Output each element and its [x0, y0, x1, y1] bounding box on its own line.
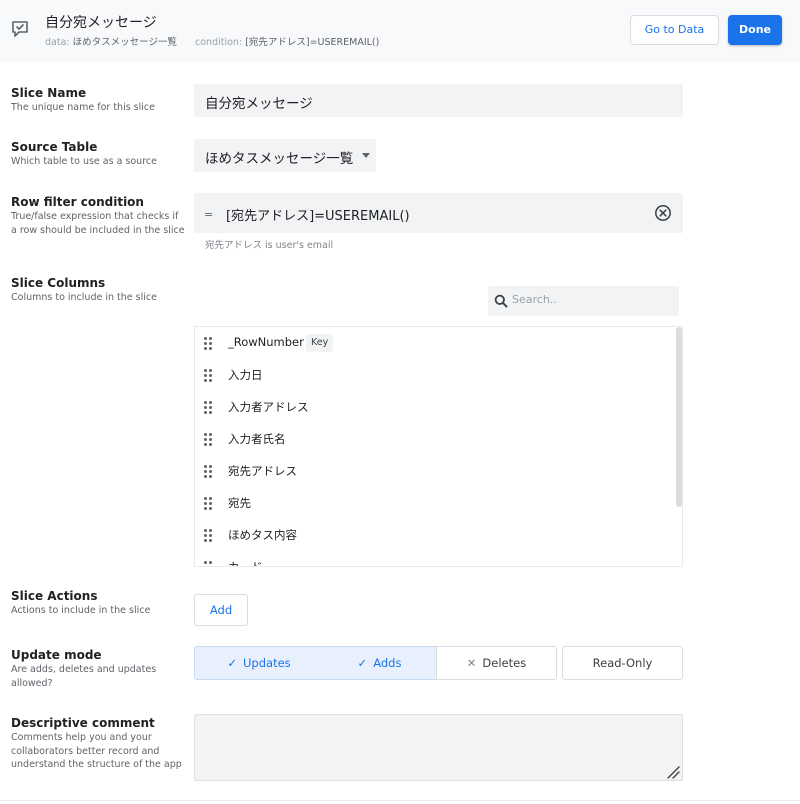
slice-name-description: The unique name for this slice — [11, 102, 155, 113]
list-item[interactable]: 入力者アドレス — [195, 391, 675, 423]
helper-text: is user's email — [262, 240, 334, 251]
drag-handle-icon[interactable] — [204, 497, 214, 511]
slice-name-value: 自分宛メッセージ — [205, 96, 313, 112]
page-title: 自分宛メッセージ — [45, 15, 157, 31]
column-label: _RowNumber — [228, 335, 304, 349]
update-mode-description: Are adds, deletes and updates allowed? — [11, 664, 157, 689]
update-mode-updates-label: Updates — [243, 656, 291, 670]
source-table-description: Which table to use as a source — [11, 156, 157, 167]
drag-handle-icon[interactable] — [204, 433, 214, 447]
update-mode-title: Update mode — [11, 648, 102, 662]
data-value: ほめタスメッセージ一覧 — [72, 37, 177, 48]
slice-columns-description: Columns to include in the slice — [11, 292, 157, 303]
row-filter-title: Row filter condition — [11, 195, 144, 209]
page-header: 自分宛メッセージ data: ほめタスメッセージ一覧 condition: [宛… — [0, 0, 800, 62]
check-icon: ✓ — [357, 656, 368, 670]
slice-name-title: Slice Name — [11, 86, 87, 100]
drag-handle-icon[interactable] — [204, 337, 214, 351]
row-filter-helper: 宛先アドレス is user's email — [205, 237, 333, 251]
key-badge: Key — [306, 334, 334, 352]
list-item[interactable]: 入力日 — [195, 359, 675, 391]
condition-value: [宛先アドレス]=USEREMAIL() — [245, 37, 380, 48]
column-label: 入力者氏名 — [228, 432, 286, 446]
resize-handle-icon[interactable] — [666, 765, 680, 779]
drag-handle-icon[interactable] — [204, 401, 214, 415]
drag-handle-icon[interactable] — [204, 465, 214, 479]
condition-label: condition: — [195, 37, 243, 48]
column-label: 宛先 — [228, 496, 251, 510]
columns-list[interactable]: _RowNumber Key 入力日 入力者アドレス 入力者氏名 宛先アドレス … — [194, 326, 683, 567]
chevron-down-icon — [362, 153, 370, 158]
clear-icon[interactable] — [654, 204, 672, 222]
update-mode-read-only-label: Read-Only — [592, 656, 653, 670]
column-label: 入力者アドレス — [228, 400, 309, 414]
slice-actions-title: Slice Actions — [11, 589, 98, 603]
source-table-title: Source Table — [11, 140, 98, 154]
go-to-data-button[interactable]: Go to Data — [630, 15, 719, 45]
slice-icon — [12, 21, 28, 37]
list-item[interactable]: 宛先アドレス — [195, 455, 675, 487]
helper-field: 宛先アドレス — [205, 240, 263, 251]
update-mode-deletes[interactable]: ✕ Deletes — [436, 646, 557, 680]
source-table-value: ほめタスメッセージ一覧 — [205, 151, 354, 167]
column-label: 入力日 — [228, 368, 263, 382]
update-mode-adds-label: Adds — [373, 656, 402, 670]
list-item[interactable]: ほめタス内容 — [195, 519, 675, 551]
add-action-button[interactable]: Add — [194, 594, 248, 626]
list-item[interactable]: 入力者氏名 — [195, 423, 675, 455]
update-mode-adds[interactable]: ✓ Adds — [323, 646, 437, 680]
header-subtitle: data: ほめタスメッセージ一覧 condition: [宛先アドレス]=US… — [45, 34, 379, 48]
x-icon: ✕ — [466, 656, 477, 670]
drag-handle-icon[interactable] — [204, 529, 214, 543]
search-placeholder: Search.. — [512, 293, 557, 306]
column-label: 宛先アドレス — [228, 464, 297, 478]
list-item[interactable]: _RowNumber Key — [195, 327, 675, 359]
done-button[interactable]: Done — [728, 15, 782, 45]
list-item[interactable]: 宛先 — [195, 487, 675, 519]
column-label: ほめタス内容 — [228, 528, 297, 542]
update-mode-deletes-label: Deletes — [482, 656, 527, 670]
descriptive-comment-description: Comments help you and your collaborators… — [11, 732, 182, 770]
drag-handle-icon[interactable] — [204, 561, 214, 566]
row-filter-description: True/false expression that checks if a r… — [11, 211, 185, 236]
list-item[interactable]: カード — [195, 551, 675, 567]
update-mode-read-only[interactable]: Read-Only — [562, 646, 683, 680]
columns-scrollbar[interactable] — [676, 327, 682, 507]
equals-icon: = — [204, 208, 214, 221]
check-icon: ✓ — [227, 656, 237, 670]
drag-handle-icon[interactable] — [204, 369, 214, 383]
row-filter-value: [宛先アドレス]=USEREMAIL() — [226, 209, 410, 224]
update-mode-updates[interactable]: ✓ Updates — [194, 646, 324, 680]
data-label: data: — [45, 37, 70, 48]
column-label: カード — [228, 560, 263, 567]
search-icon — [494, 294, 508, 308]
slice-columns-title: Slice Columns — [11, 276, 106, 290]
descriptive-comment-input[interactable] — [194, 714, 683, 781]
bottom-divider — [0, 800, 800, 801]
descriptive-comment-title: Descriptive comment — [11, 716, 155, 730]
slice-actions-description: Actions to include in the slice — [11, 605, 151, 616]
